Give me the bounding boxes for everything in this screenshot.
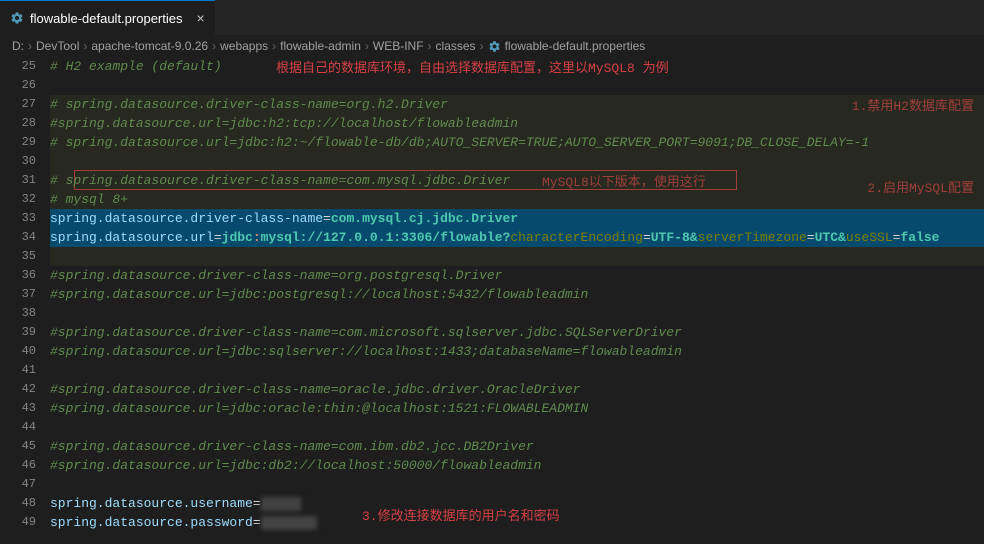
code-line: # spring.datasource.url=jdbc:h2:~/flowab… xyxy=(50,133,984,152)
tab-active[interactable]: flowable-default.properties × xyxy=(0,0,215,35)
code-line: #spring.datasource.driver-class-name=org… xyxy=(50,266,984,285)
code-line: # spring.datasource.driver-class-name=co… xyxy=(50,171,984,190)
code-line xyxy=(50,361,984,380)
close-icon[interactable]: × xyxy=(196,10,204,26)
breadcrumb: D:› DevTool› apache-tomcat-9.0.26› webap… xyxy=(0,35,984,57)
breadcrumb-part[interactable]: D: xyxy=(12,39,24,53)
breadcrumb-part[interactable]: webapps xyxy=(220,39,268,53)
code-line xyxy=(50,76,984,95)
code-line: #spring.datasource.url=jdbc:oracle:thin:… xyxy=(50,399,984,418)
tab-title: flowable-default.properties xyxy=(30,11,182,26)
code-line: #spring.datasource.driver-class-name=com… xyxy=(50,437,984,456)
code-line xyxy=(50,304,984,323)
code-line: spring.datasource.url=jdbc:mysql://127.0… xyxy=(50,228,984,247)
gear-icon xyxy=(10,11,24,25)
code-line: # spring.datasource.driver-class-name=or… xyxy=(50,95,984,114)
code-line: #spring.datasource.url=jdbc:h2:tcp://loc… xyxy=(50,114,984,133)
breadcrumb-part[interactable]: WEB-INF xyxy=(373,39,424,53)
code-line: #spring.datasource.url=jdbc:db2://localh… xyxy=(50,456,984,475)
breadcrumb-part[interactable]: classes xyxy=(436,39,476,53)
code-line: spring.datasource.password= xyxy=(50,513,984,532)
breadcrumb-part[interactable]: apache-tomcat-9.0.26 xyxy=(91,39,208,53)
code-editor[interactable]: 2526272829 3031323334 3536373839 4041424… xyxy=(0,57,984,532)
code-area[interactable]: 根据自己的数据库环境，自由选择数据库配置，这里以MySQL8 为例 1.禁用H2… xyxy=(50,57,984,532)
code-line: # H2 example (default) xyxy=(50,57,984,76)
breadcrumb-part[interactable]: flowable-default.properties xyxy=(505,39,646,53)
code-line xyxy=(50,475,984,494)
code-line: #spring.datasource.url=jdbc:sqlserver://… xyxy=(50,342,984,361)
code-line: #spring.datasource.driver-class-name=com… xyxy=(50,323,984,342)
breadcrumb-part[interactable]: DevTool xyxy=(36,39,79,53)
code-line xyxy=(50,418,984,437)
breadcrumb-part[interactable]: flowable-admin xyxy=(280,39,361,53)
code-line xyxy=(50,152,984,171)
line-number-gutter: 2526272829 3031323334 3536373839 4041424… xyxy=(0,57,50,532)
code-line: #spring.datasource.url=jdbc:postgresql:/… xyxy=(50,285,984,304)
code-line: # mysql 8+ xyxy=(50,190,984,209)
code-line xyxy=(50,247,984,266)
code-line: #spring.datasource.driver-class-name=ora… xyxy=(50,380,984,399)
tab-bar: flowable-default.properties × xyxy=(0,0,984,35)
gear-icon xyxy=(488,40,501,53)
code-line: spring.datasource.driver-class-name=com.… xyxy=(50,209,984,228)
code-line: spring.datasource.username= xyxy=(50,494,984,513)
